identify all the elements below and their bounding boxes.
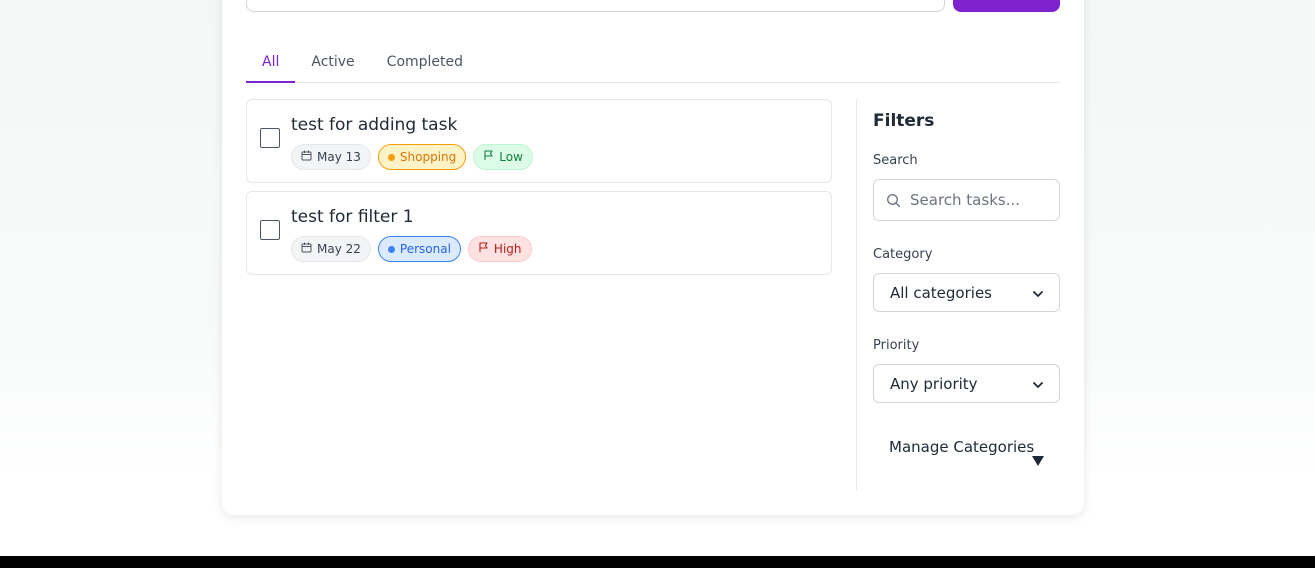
tab-completed[interactable]: Completed bbox=[371, 46, 479, 82]
filters-title: Filters bbox=[873, 111, 935, 131]
tab-active[interactable]: Active bbox=[295, 46, 370, 82]
footer-bar bbox=[0, 556, 1315, 568]
category-label: Category bbox=[873, 247, 933, 262]
search-field[interactable] bbox=[873, 179, 1060, 221]
task-badges: May 22 Personal High bbox=[291, 236, 532, 262]
dot-icon bbox=[387, 245, 395, 253]
priority-badge: Low bbox=[473, 144, 533, 170]
add-task-button[interactable] bbox=[953, 0, 1060, 12]
priority-select-value: Any priority bbox=[890, 374, 978, 393]
triangle-down-icon[interactable] bbox=[1031, 453, 1045, 471]
task-date: May 22 bbox=[317, 242, 361, 256]
tab-all[interactable]: All bbox=[246, 46, 296, 83]
task-category: Shopping bbox=[399, 150, 457, 164]
priority-select[interactable]: Any priority bbox=[873, 364, 1060, 403]
task-category: Personal bbox=[399, 242, 451, 256]
date-badge: May 13 bbox=[291, 144, 371, 170]
task-item[interactable]: test for filter 1 May 22 Personal High bbox=[246, 191, 832, 275]
chevron-down-icon bbox=[1033, 284, 1043, 302]
new-task-input[interactable] bbox=[246, 0, 945, 12]
flag-icon bbox=[483, 150, 494, 164]
category-badge: Shopping bbox=[377, 144, 467, 170]
task-title: test for adding task bbox=[291, 115, 458, 135]
dot-icon bbox=[387, 153, 395, 161]
status-tabs: All Active Completed bbox=[246, 46, 1060, 83]
search-label: Search bbox=[873, 153, 918, 168]
task-date: May 13 bbox=[317, 150, 361, 164]
category-select[interactable]: All categories bbox=[873, 273, 1060, 312]
category-select-value: All categories bbox=[890, 283, 992, 302]
todo-card: All Active Completed test for adding tas… bbox=[222, 0, 1084, 515]
task-title: test for filter 1 bbox=[291, 207, 414, 227]
sidebar-divider bbox=[856, 99, 857, 490]
task-checkbox[interactable] bbox=[260, 220, 280, 240]
date-badge: May 22 bbox=[291, 236, 371, 262]
task-item[interactable]: test for adding task May 13 Shopping Low bbox=[246, 99, 832, 183]
task-priority: High bbox=[493, 242, 522, 256]
category-badge: Personal bbox=[377, 236, 461, 262]
calendar-icon bbox=[301, 242, 312, 256]
task-badges: May 13 Shopping Low bbox=[291, 144, 533, 170]
search-input[interactable] bbox=[910, 180, 1055, 220]
priority-label: Priority bbox=[873, 338, 920, 353]
manage-categories-toggle[interactable]: Manage Categories bbox=[889, 435, 1049, 459]
calendar-icon bbox=[301, 150, 312, 164]
flag-icon bbox=[478, 242, 489, 256]
priority-badge: High bbox=[467, 236, 532, 262]
task-checkbox[interactable] bbox=[260, 128, 280, 148]
task-priority: Low bbox=[499, 150, 523, 164]
chevron-down-icon bbox=[1033, 375, 1043, 393]
